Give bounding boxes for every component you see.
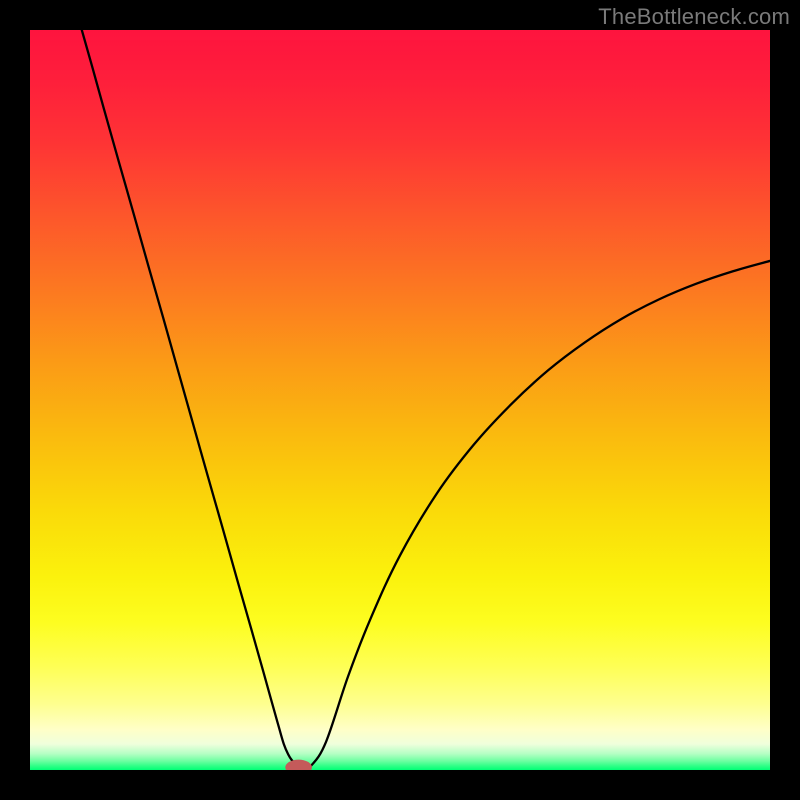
gradient-background (30, 30, 770, 770)
chart-frame: TheBottleneck.com (0, 0, 800, 800)
attribution-text: TheBottleneck.com (598, 4, 790, 30)
plot-svg (30, 30, 770, 770)
plot-area (30, 30, 770, 770)
